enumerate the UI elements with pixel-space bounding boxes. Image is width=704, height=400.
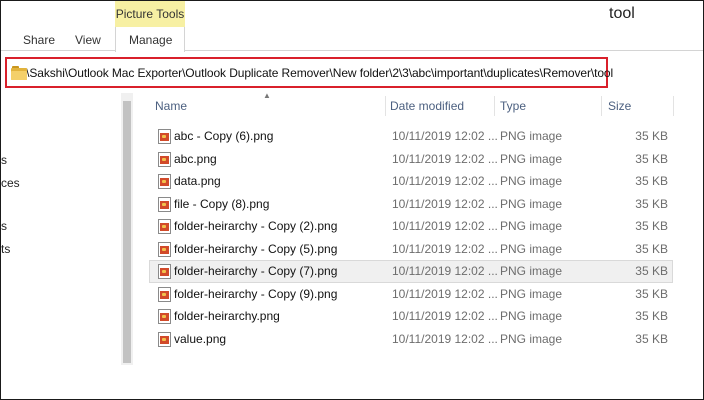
file-type: PNG image xyxy=(500,309,563,323)
file-row[interactable]: data.png 10/11/2019 12:02 ... PNG image 35 … xyxy=(149,170,673,193)
file-size: 35 KB xyxy=(635,174,668,188)
tab-manage[interactable]: Manage xyxy=(129,33,172,47)
file-name: folder-heirarchy - Copy (7).png xyxy=(174,264,338,278)
png-file-icon xyxy=(158,286,171,302)
png-file-icon xyxy=(158,331,171,347)
file-type: PNG image xyxy=(500,286,563,301)
file-name: abc - Copy (6).png xyxy=(174,129,274,143)
tab-view[interactable]: View xyxy=(75,33,101,47)
png-file-icon xyxy=(158,219,171,234)
column-header-size[interactable]: Size xyxy=(608,99,631,113)
png-file-icon xyxy=(158,309,171,324)
file-date-modified: 10/11/2019 12:02 ... xyxy=(392,309,498,323)
nav-item-fragment[interactable]: ces xyxy=(1,176,20,190)
file-size: 35 KB xyxy=(635,196,668,211)
file-row[interactable]: folder-heirarchy.png 10/11/2019 12:02 ...… xyxy=(149,305,673,328)
file-name: file - Copy (8).png xyxy=(174,196,270,211)
column-divider[interactable] xyxy=(494,96,495,116)
file-name: data.png xyxy=(174,174,221,188)
file-type: PNG image xyxy=(500,219,563,233)
file-size: 35 KB xyxy=(635,264,668,278)
file-size: 35 KB xyxy=(635,219,668,233)
file-type: PNG image xyxy=(500,129,563,143)
file-date-modified: 10/11/2019 12:02 ... xyxy=(392,151,498,166)
png-file-icon xyxy=(158,129,171,144)
file-size: 35 KB xyxy=(635,151,668,166)
file-row[interactable]: abc.png 10/11/2019 12:02 ... PNG image 35 K… xyxy=(149,148,673,171)
file-date-modified: 10/11/2019 12:02 ... xyxy=(392,331,498,346)
file-date-modified: 10/11/2019 12:02 ... xyxy=(392,286,498,301)
nav-item-fragment[interactable]: s xyxy=(1,219,7,233)
file-date-modified: 10/11/2019 12:02 ... xyxy=(392,264,498,278)
picture-tools-header: Picture Tools xyxy=(115,1,185,27)
column-header-type[interactable]: Type xyxy=(500,99,526,113)
file-size: 35 KB xyxy=(635,286,668,301)
tab-share[interactable]: Share xyxy=(23,33,55,47)
column-divider[interactable] xyxy=(385,96,386,116)
file-row[interactable]: folder-heirarchy - Copy (5).png 10/11/201… xyxy=(149,238,673,261)
file-size: 35 KB xyxy=(635,129,668,143)
column-divider[interactable] xyxy=(673,96,674,116)
file-row[interactable]: folder-heirarchy - Copy (7).png 10/11/201… xyxy=(149,260,673,283)
address-path[interactable]: E:\Sakshi\Outlook Mac Exporter\Outlook D… xyxy=(15,66,613,80)
file-list: abc - Copy (6).png 10/11/2019 12:02 ... PN… xyxy=(149,125,673,350)
file-name: folder-heirarchy - Copy (9).png xyxy=(174,286,338,301)
nav-scrollbar-thumb[interactable] xyxy=(123,101,131,363)
file-row[interactable]: folder-heirarchy - Copy (2).png 10/11/201… xyxy=(149,215,673,238)
file-row[interactable]: value.png 10/11/2019 12:02 ... PNG image 35… xyxy=(149,328,673,351)
file-size: 35 KB xyxy=(635,331,668,346)
file-type: PNG image xyxy=(500,151,563,166)
column-header-name[interactable]: Name xyxy=(155,99,187,113)
navigation-pane: s ces s ts xyxy=(1,93,133,399)
file-name: abc.png xyxy=(174,151,217,166)
file-date-modified: 10/11/2019 12:02 ... xyxy=(392,219,498,233)
address-bar-inner: E:\Sakshi\Outlook Mac Exporter\Outlook D… xyxy=(7,63,613,83)
file-type: PNG image xyxy=(500,331,563,346)
file-size: 35 KB xyxy=(635,309,668,323)
file-type: PNG image xyxy=(500,264,563,278)
nav-item-fragment[interactable]: ts xyxy=(1,242,10,256)
column-header-date[interactable]: Date modified xyxy=(390,99,464,113)
file-type: PNG image xyxy=(500,174,563,188)
file-type: PNG image xyxy=(500,241,563,256)
window-title: tool xyxy=(609,5,635,22)
file-size: 35 KB xyxy=(635,241,668,256)
file-row[interactable]: folder-heirarchy - Copy (9).png 10/11/201… xyxy=(149,283,673,306)
file-date-modified: 10/11/2019 12:02 ... xyxy=(392,241,498,256)
file-date-modified: 10/11/2019 12:02 ... xyxy=(392,196,498,211)
png-file-icon xyxy=(158,174,171,189)
file-name: folder-heirarchy - Copy (5).png xyxy=(174,241,338,256)
file-name: value.png xyxy=(174,331,227,346)
file-name: folder-heirarchy.png xyxy=(174,309,280,323)
png-file-icon xyxy=(158,196,171,212)
file-type: PNG image xyxy=(500,196,563,211)
png-file-icon xyxy=(158,151,171,167)
nav-item-fragment[interactable]: s xyxy=(1,153,7,167)
file-name: folder-heirarchy - Copy (2).png xyxy=(174,219,338,233)
png-file-icon xyxy=(158,241,171,257)
sort-ascending-icon: ▲ xyxy=(263,91,271,100)
file-date-modified: 10/11/2019 12:02 ... xyxy=(392,129,498,143)
explorer-window: Picture Tools Share View Manage tool E:\… xyxy=(0,0,704,400)
file-date-modified: 10/11/2019 12:02 ... xyxy=(392,174,498,188)
file-row[interactable]: abc - Copy (6).png 10/11/2019 12:02 ... PN… xyxy=(149,125,673,148)
ribbon: Picture Tools Share View Manage tool xyxy=(1,1,703,52)
address-bar[interactable]: E:\Sakshi\Outlook Mac Exporter\Outlook D… xyxy=(5,57,613,88)
column-divider[interactable] xyxy=(601,96,602,116)
file-row[interactable]: file - Copy (8).png 10/11/2019 12:02 ... P… xyxy=(149,193,673,216)
png-file-icon xyxy=(158,264,171,279)
